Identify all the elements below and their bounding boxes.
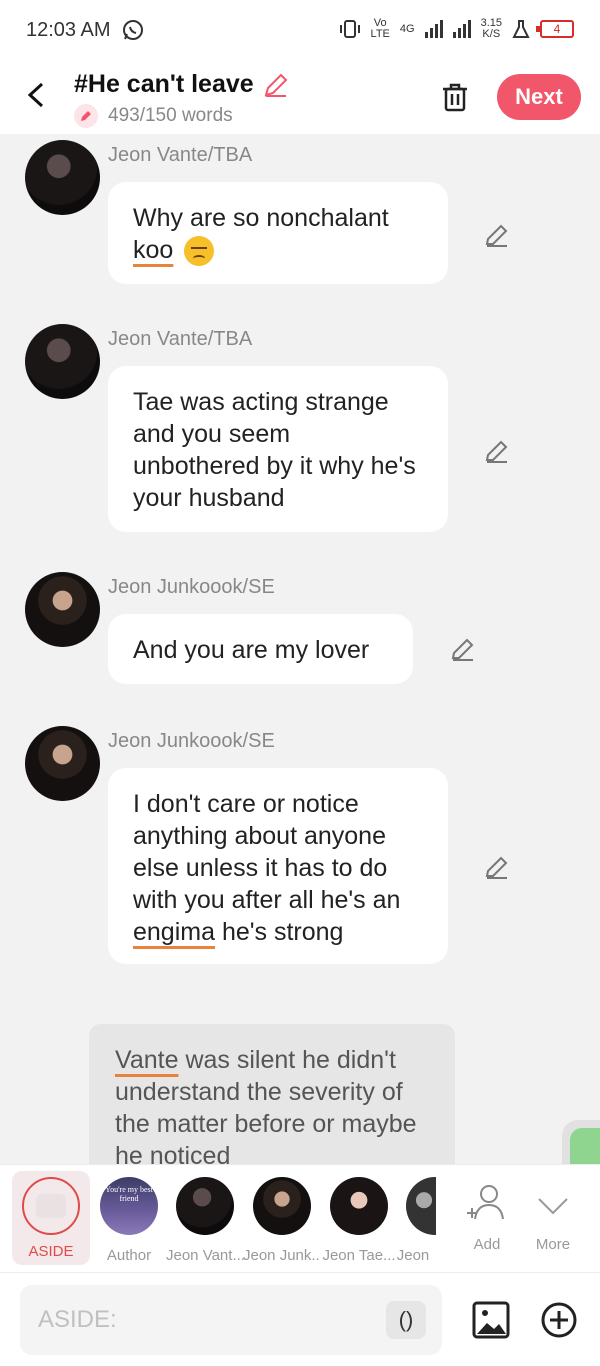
signal-icon-2 [452,20,471,38]
network-speed: 3.15 K/S [480,17,502,40]
angry-emoji-icon [184,236,215,267]
character-jeon-junkoook[interactable]: Jeon Junk... [243,1173,321,1264]
editor-header: #He can't leave 493/150 words Next [0,60,600,134]
volte-indicator: Vo LTE [370,17,390,40]
character-author[interactable]: You're my best friend Author [90,1173,168,1264]
sender-name: Jeon Vante/TBA [108,144,253,166]
avatar [253,1177,311,1235]
avatar[interactable] [25,140,100,215]
sender-name: Jeon Junkoook/SE [108,730,275,752]
edit-icon[interactable] [450,636,476,662]
status-icons: Vo LTE 4G 3.15 K/S 4 [339,18,574,40]
edit-title-icon[interactable] [262,71,290,99]
aside-icon [22,1177,80,1235]
network-type: 4G [399,22,415,35]
back-arrow-icon[interactable] [22,80,52,110]
trash-icon[interactable] [438,80,472,114]
more-button[interactable]: More [514,1173,592,1253]
battery-icon: 4 [536,20,574,38]
sender-name: Jeon Junkoook/SE [108,576,275,598]
avatar[interactable] [25,726,100,801]
aside-block[interactable]: Vante was silent he didn't understand th… [89,1024,455,1164]
author-avatar: You're my best friend [100,1177,158,1235]
character-jeon[interactable]: Jeon [390,1173,436,1264]
status-time: 12:03 AM [26,19,111,41]
character-aside[interactable]: ASIDE [12,1171,90,1265]
next-button[interactable]: Next [497,74,581,120]
message-bubble[interactable]: Why are so nonchalant koo [108,182,448,284]
word-count-text: 493/150 words [108,105,233,126]
avatar [330,1177,388,1235]
message-bubble[interactable]: And you are my lover [108,614,413,684]
avatar[interactable] [25,572,100,647]
signal-icon [424,20,443,38]
aside-input[interactable] [20,1285,442,1355]
image-icon[interactable] [472,1301,510,1339]
avatar [176,1177,234,1235]
story-title[interactable]: #He can't leave [74,70,290,99]
message-bubble[interactable]: Tae was acting strange and you seem unbo… [108,366,448,532]
status-bar: 12:03 AM Vo LTE 4G 3.15 K/S 4 [0,0,600,60]
add-user-icon [467,1185,504,1220]
edit-icon[interactable] [484,854,510,880]
whatsapp-icon [123,20,143,40]
avatar [406,1177,436,1235]
sender-name: Jeon Vante/TBA [108,328,253,350]
chat-area[interactable]: Jeon Vante/TBA Why are so nonchalant koo… [0,134,600,1164]
edit-icon[interactable] [484,438,510,464]
pencil-badge-icon [74,104,98,128]
message-bubble[interactable]: I don't care or notice anything about an… [108,768,448,964]
composer-bar: () [0,1272,600,1366]
parentheses-button[interactable]: () [386,1301,426,1339]
chevron-down-icon [538,1198,568,1215]
character-jeon-tae[interactable]: Jeon Tae... [320,1173,398,1264]
edit-icon[interactable] [484,222,510,248]
character-jeon-vante[interactable]: Jeon Vant... [166,1173,244,1264]
add-circle-icon[interactable] [540,1301,578,1339]
flask-icon [512,20,530,38]
word-count: 493/150 words [74,104,233,128]
vibrate-icon [339,20,360,38]
character-bar: ASIDE You're my best friend Author Jeon … [0,1164,600,1272]
story-title-text: #He can't leave [74,70,254,98]
avatar[interactable] [25,324,100,399]
